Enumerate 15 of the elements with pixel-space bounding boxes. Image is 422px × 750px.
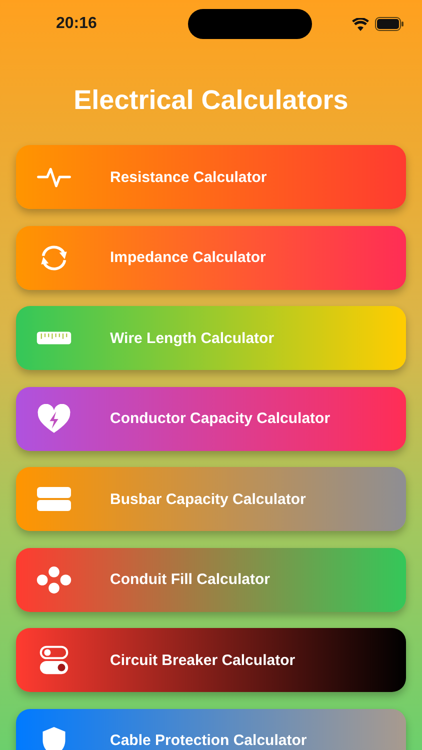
calculator-button[interactable]: Wire Length Calculator bbox=[16, 306, 406, 370]
stack-icon bbox=[36, 484, 72, 514]
calculator-button[interactable]: Cable Protection Calculator bbox=[16, 708, 406, 750]
heart-bolt-icon bbox=[36, 404, 72, 434]
calculator-button[interactable]: Busbar Capacity Calculator bbox=[16, 467, 406, 531]
calculator-button[interactable]: Resistance Calculator bbox=[16, 145, 406, 209]
calculator-button[interactable]: Circuit Breaker Calculator bbox=[16, 628, 406, 692]
wifi-icon bbox=[352, 18, 369, 30]
dots-icon bbox=[36, 564, 72, 594]
calculator-button[interactable]: Conduit Fill Calculator bbox=[16, 548, 406, 612]
calculator-button[interactable]: Conductor Capacity Calculator bbox=[16, 386, 406, 450]
status-time: 20:16 bbox=[56, 15, 98, 33]
battery-icon bbox=[375, 17, 404, 31]
calculator-button[interactable]: Impedance Calculator bbox=[16, 226, 406, 290]
page-title: Electrical Calculators bbox=[72, 84, 350, 117]
